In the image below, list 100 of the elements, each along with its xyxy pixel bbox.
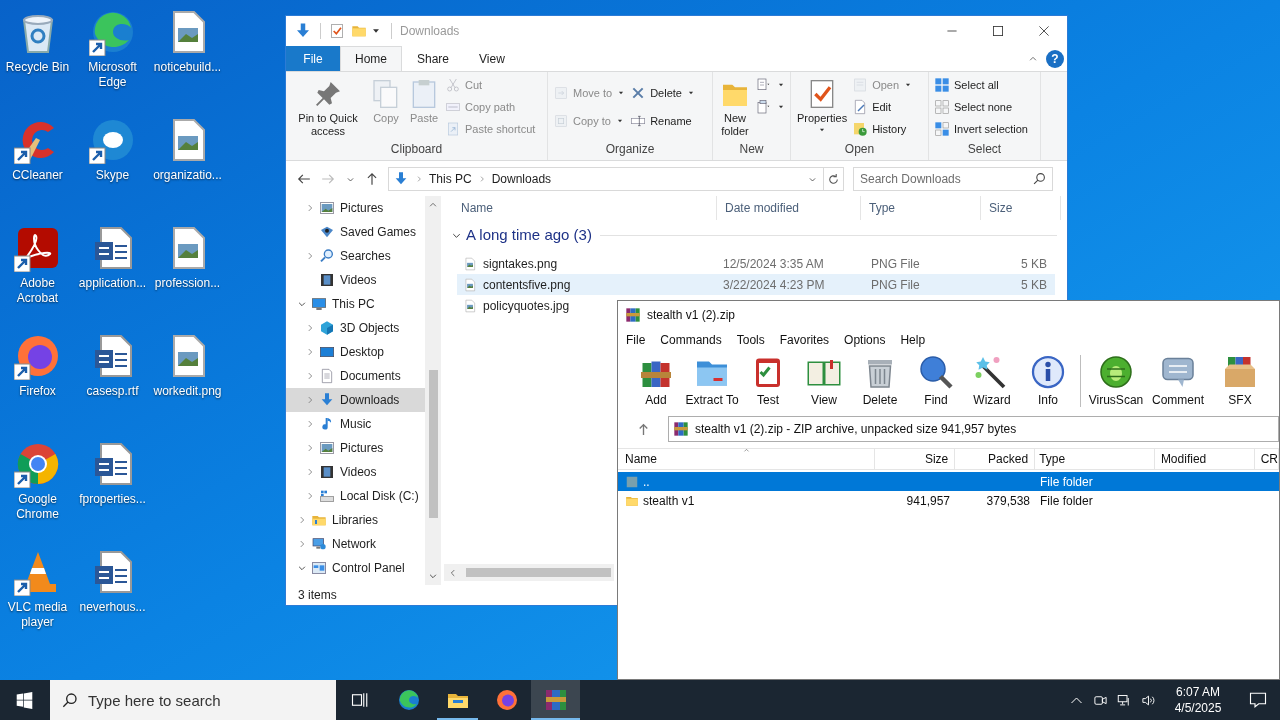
status-bar-text: 3 items (297, 587, 338, 604)
nav-item[interactable]: Documents (286, 364, 425, 388)
taskbar-search-field[interactable]: Type here to search (50, 680, 336, 720)
menu-item[interactable]: Favorites (779, 331, 830, 349)
toolbar-button[interactable]: VirusScan (1085, 353, 1147, 409)
nav-item[interactable]: Saved Games (286, 220, 425, 244)
file-row[interactable]: policyquotes.jpg (457, 295, 607, 316)
file-row[interactable]: signtakes.png 12/5/2024 3:35 AM PNG File 5 KB (457, 253, 1055, 274)
ribbon-group-label: Select (966, 141, 1003, 158)
column-header[interactable]: Size (875, 449, 956, 469)
menu-item[interactable]: Commands (660, 331, 722, 349)
move-icon (553, 85, 569, 101)
desktop-shortcut[interactable]: application... (75, 221, 150, 329)
ribbon-button[interactable]: Rename (628, 110, 698, 132)
search-icon (1033, 172, 1046, 185)
ribbon-button[interactable]: New folder (716, 74, 754, 138)
archive-row[interactable]: stealth v1 941,957 379,538 File folder (618, 491, 1279, 510)
scrollbar-thumb[interactable] (466, 568, 611, 577)
desktop-shortcut[interactable]: Recycle Bin (0, 5, 75, 113)
nav-item[interactable]: Pictures (286, 196, 425, 220)
desktop-shortcut[interactable]: Adobe Acrobat (0, 221, 75, 329)
scrollbar[interactable] (425, 196, 441, 585)
ribbon-tab[interactable]: Share (402, 46, 465, 71)
toolbar-button[interactable]: Extract To (684, 353, 740, 409)
nav-item[interactable]: Libraries (286, 508, 425, 532)
clock[interactable]: 6:07 AM 4/5/2025 (1160, 680, 1236, 720)
toolbar-button[interactable]: View (796, 353, 852, 409)
file-size: 941,957 (905, 492, 951, 510)
nav-item[interactable]: Videos (286, 460, 425, 484)
desktop-shortcut[interactable]: fproperties... (75, 437, 150, 545)
desktop-shortcut[interactable]: CCleaner (0, 113, 75, 221)
desktop-shortcut[interactable]: Firefox (0, 329, 75, 437)
chevron-left-icon (448, 567, 458, 578)
ribbon-button[interactable]: Select none (932, 96, 1030, 118)
scrollbar-thumb[interactable] (428, 370, 438, 518)
checklist-icon (329, 23, 345, 39)
desktop-shortcut[interactable]: organizatio... (150, 113, 225, 221)
toolbar-button[interactable]: Comment (1147, 353, 1209, 409)
address-bar[interactable]: This PC Downloads (388, 167, 844, 191)
menu-item[interactable]: Options (844, 331, 886, 349)
breadcrumb[interactable]: This PC (429, 170, 472, 188)
ribbon-button[interactable]: Properties (794, 74, 851, 135)
menu-item[interactable]: Tools (736, 331, 765, 349)
desktop-shortcut[interactable]: profession... (150, 221, 225, 329)
column-header[interactable]: Date modified (717, 196, 861, 220)
column-header[interactable]: CR (1254, 449, 1279, 469)
desktop-shortcut[interactable]: Google Chrome (0, 437, 75, 545)
help-button[interactable]: ? (1046, 50, 1064, 68)
menu-item[interactable]: Help (900, 331, 926, 349)
nav-item[interactable]: Pictures (286, 436, 425, 460)
nav-item[interactable]: 3D Objects (286, 316, 425, 340)
ribbon-button[interactable]: Delete (628, 82, 698, 104)
desktop-shortcut[interactable]: workedit.png (150, 329, 225, 437)
ribbon-button[interactable]: History (850, 118, 916, 140)
nav-item[interactable]: Network (286, 532, 425, 556)
column-header[interactable]: Size (981, 196, 1061, 220)
ribbon-button[interactable]: Invert selection (932, 118, 1030, 140)
path-field[interactable]: stealth v1 (2).zip - ZIP archive, unpacked size 941,957 bytes (668, 416, 1279, 442)
toolbar-button[interactable]: Wizard (964, 353, 1020, 409)
column-header[interactable]: Packed (955, 449, 1036, 469)
ribbon-button[interactable]: Select all (932, 74, 1030, 96)
ribbon-tab[interactable]: File (286, 46, 340, 71)
drive-icon (319, 488, 335, 504)
nav-item[interactable]: Videos (286, 268, 425, 292)
nav-item[interactable]: Control Panel (286, 556, 425, 580)
nav-item[interactable]: Music (286, 412, 425, 436)
ribbon-tab[interactable]: View (464, 46, 520, 71)
ribbon-tab[interactable]: Home (340, 46, 402, 71)
group-header[interactable]: A long time ago (3) (466, 223, 592, 247)
toolbar-button[interactable]: Find (908, 353, 964, 409)
column-header[interactable]: Modified (1154, 449, 1255, 469)
column-header[interactable]: Name (618, 449, 876, 469)
refresh-icon (827, 172, 840, 186)
desktop-shortcut[interactable]: noticebuild... (150, 5, 225, 113)
ribbon-button[interactable]: Pin to Quick access (289, 74, 367, 138)
archive-row[interactable]: .. File folder (618, 472, 1279, 491)
toolbar-button[interactable]: Delete (852, 353, 908, 409)
file-row[interactable]: contentsfive.png 3/22/2024 4:23 PM PNG File 5 KB (457, 274, 1055, 295)
toolbar-button[interactable]: Info (1020, 353, 1076, 409)
nav-item[interactable]: This PC (286, 292, 425, 316)
desktop-shortcut[interactable]: Microsoft Edge (75, 5, 150, 113)
search-field[interactable]: Search Downloads (853, 167, 1053, 191)
toolbar-button[interactable]: Add (628, 353, 684, 409)
menu-item[interactable]: File (626, 331, 646, 349)
toolbar-button[interactable]: SFX (1209, 353, 1271, 409)
column-header[interactable]: Name (453, 196, 717, 220)
column-header[interactable]: Type (861, 196, 981, 220)
nav-item[interactable]: Local Disk (C:) (286, 484, 425, 508)
desktop-shortcut[interactable]: VLC media player (0, 545, 75, 653)
nav-item[interactable]: Searches (286, 244, 425, 268)
column-header[interactable]: Type (1035, 449, 1155, 469)
desktop-shortcut[interactable]: Skype (75, 113, 150, 221)
toolbar-button[interactable]: Test (740, 353, 796, 409)
scrollbar[interactable] (444, 564, 614, 581)
ribbon-button[interactable]: Edit (850, 96, 916, 118)
nav-item[interactable]: Downloads (286, 388, 425, 412)
desktop-shortcut[interactable]: neverhous... (75, 545, 150, 653)
breadcrumb[interactable]: Downloads (491, 170, 552, 188)
desktop-shortcut[interactable]: casesp.rtf (75, 329, 150, 437)
nav-item[interactable]: Desktop (286, 340, 425, 364)
